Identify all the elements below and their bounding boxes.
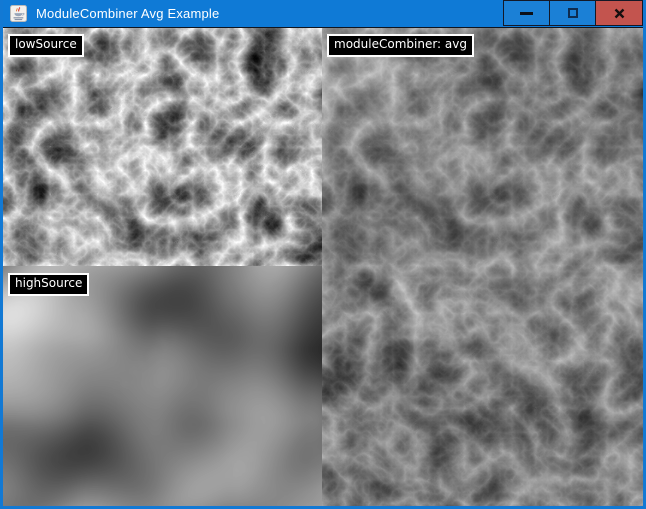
modulecombiner-panel: moduleCombiner: avg bbox=[322, 28, 643, 506]
highsource-noise-image bbox=[3, 266, 322, 506]
lowsource-noise-image bbox=[3, 28, 322, 266]
noise-texture bbox=[322, 28, 643, 506]
noise-texture bbox=[3, 28, 322, 266]
close-button[interactable] bbox=[595, 0, 643, 26]
title-bar[interactable]: ModuleCombiner Avg Example bbox=[3, 0, 643, 28]
highsource-label: highSource bbox=[8, 273, 89, 296]
close-icon bbox=[614, 8, 625, 19]
minimize-icon bbox=[520, 12, 533, 15]
noise-texture bbox=[3, 266, 322, 506]
lowsource-panel: lowSource bbox=[3, 28, 322, 266]
highsource-panel: highSource bbox=[3, 266, 322, 506]
minimize-button[interactable] bbox=[503, 0, 550, 26]
java-coffee-cup-icon[interactable] bbox=[10, 5, 27, 22]
maximize-icon bbox=[568, 8, 578, 18]
modulecombiner-noise-image bbox=[322, 28, 643, 506]
window-controls bbox=[504, 0, 643, 26]
maximize-button[interactable] bbox=[549, 0, 596, 26]
app-window: ModuleCombiner Avg Example bbox=[0, 0, 646, 509]
window-title: ModuleCombiner Avg Example bbox=[36, 6, 219, 21]
modulecombiner-label: moduleCombiner: avg bbox=[327, 34, 474, 57]
lowsource-label: lowSource bbox=[8, 34, 84, 57]
noise-view-canvas: lowSource bbox=[3, 28, 643, 506]
